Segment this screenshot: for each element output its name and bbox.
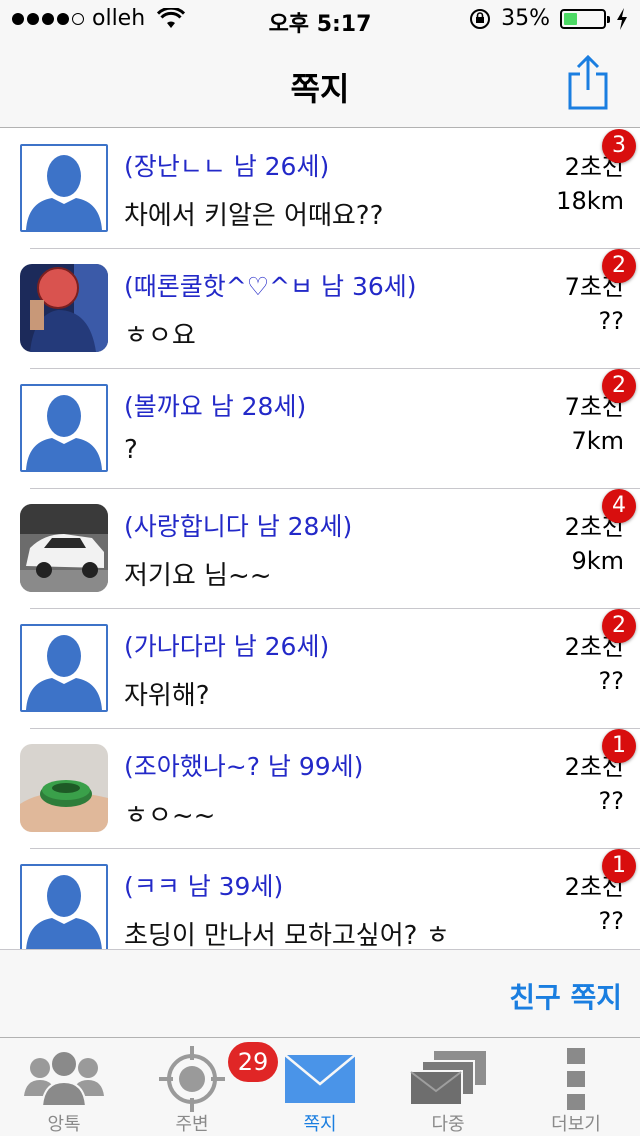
avatar[interactable] [20, 744, 108, 832]
profile-photo [20, 264, 108, 352]
default-avatar-icon [26, 875, 102, 949]
crosshair-icon [159, 1046, 225, 1112]
friend-message-button[interactable]: 친구 쪽지 [509, 976, 622, 1016]
unread-badge: 1 [602, 849, 636, 883]
sender-name: (사랑합니다 남 28세) [124, 512, 353, 541]
message-preview: ? [124, 435, 138, 465]
profile-photo [20, 744, 108, 832]
page-title: 쪽지 [290, 70, 350, 108]
distance: ?? [598, 307, 624, 335]
tab-label: 앙톡 [47, 1114, 81, 1135]
messages-badge: 29 [228, 1042, 278, 1082]
more-icon [567, 1048, 585, 1110]
message-row[interactable]: (사랑합니다 남 28세) 저기요 님~~ 2초전 9km 4 [0, 489, 640, 609]
tab-label: 더보기 [551, 1114, 601, 1135]
multi-mail-icon [409, 1051, 486, 1106]
message-preview: 차에서 키알은 어때요?? [124, 201, 384, 231]
tab-label: 쪽지 [303, 1114, 337, 1135]
battery-percent: 35% [501, 6, 550, 31]
default-avatar-icon [26, 155, 102, 230]
avatar[interactable] [20, 864, 108, 949]
default-avatar-icon [26, 395, 102, 470]
sender-name: (때론쿨핫^♡^ㅂ 남 36세) [124, 272, 417, 301]
tab-label: 다중 [431, 1114, 465, 1135]
sender-name: (조아했나~? 남 99세) [124, 752, 364, 781]
charging-bolt-icon [617, 7, 627, 30]
tab-angtok[interactable]: 앙톡 [0, 1038, 128, 1136]
message-preview: 초딩이 만나서 모하고싶어? ㅎ [124, 921, 450, 949]
message-row[interactable]: (조아했나~? 남 99세) ㅎㅇ~~ 2초전?? 1 [0, 729, 640, 849]
message-row[interactable]: (때론쿨핫^♡^ㅂ 남 36세) ㅎㅇ요 7초전?? 2 [0, 249, 640, 369]
sender-name: (ㅋㅋ 남 39세) [124, 872, 284, 901]
profile-photo [20, 504, 108, 592]
distance: ?? [598, 907, 624, 935]
avatar[interactable] [20, 384, 108, 472]
unread-badge: 2 [602, 369, 636, 403]
people-icon [24, 1050, 104, 1107]
distance: ?? [598, 787, 624, 815]
avatar[interactable] [20, 144, 108, 232]
sender-name: (볼까요 남 28세) [124, 392, 307, 421]
tab-more[interactable]: 더보기 [512, 1038, 640, 1136]
share-button[interactable] [566, 54, 610, 110]
message-preview: 저기요 님~~ [124, 561, 272, 591]
sender-name: (장난ㄴㄴ 남 26세) [124, 152, 330, 181]
unread-badge: 3 [602, 129, 636, 163]
status-bar: olleh 오후 5:17 35% [0, 0, 640, 40]
sender-name: (가나다라 남 26세) [124, 632, 330, 661]
avatar[interactable] [20, 624, 108, 712]
message-row[interactable]: (ㅋㅋ 남 39세) 초딩이 만나서 모하고싶어? ㅎ 2초전?? 1 [0, 849, 640, 949]
unread-badge: 2 [602, 249, 636, 283]
distance: ?? [598, 667, 624, 695]
unread-badge: 1 [602, 729, 636, 763]
distance: 9km [571, 547, 624, 575]
rotation-lock-icon [470, 8, 491, 29]
tab-multi[interactable]: 다중 [384, 1038, 512, 1136]
avatar[interactable] [20, 264, 108, 352]
action-bar: 친구 쪽지 [0, 949, 640, 1037]
avatar[interactable] [20, 504, 108, 592]
unread-badge: 2 [602, 609, 636, 643]
message-row[interactable]: (장난ㄴㄴ 남 26세) 차에서 키알은 어때요?? 2초전 18km 3 [0, 129, 640, 249]
message-preview: 자위해? [124, 681, 210, 711]
unread-badge: 4 [602, 489, 636, 523]
message-preview: ㅎㅇ~~ [124, 801, 216, 831]
share-icon [568, 54, 608, 110]
battery-icon [560, 8, 610, 29]
navigation-bar: 쪽지 [0, 40, 640, 128]
mail-icon [284, 1054, 356, 1103]
message-preview: ㅎㅇ요 [124, 321, 196, 351]
message-row[interactable]: (가나다라 남 26세) 자위해? 2초전?? 2 [0, 609, 640, 729]
message-list[interactable]: (장난ㄴㄴ 남 26세) 차에서 키알은 어때요?? 2초전 18km 3 (때론쿨핫^♡… [0, 129, 640, 949]
tab-bar: 앙톡 주변 쪽지 29 다중 더보기 [0, 1037, 640, 1136]
message-row[interactable]: (볼까요 남 28세)? 7초전 7km 2 [0, 369, 640, 489]
default-avatar-icon [26, 635, 102, 710]
distance: 7km [571, 427, 624, 455]
distance: 18km [556, 187, 624, 215]
tab-label: 주변 [175, 1114, 209, 1135]
